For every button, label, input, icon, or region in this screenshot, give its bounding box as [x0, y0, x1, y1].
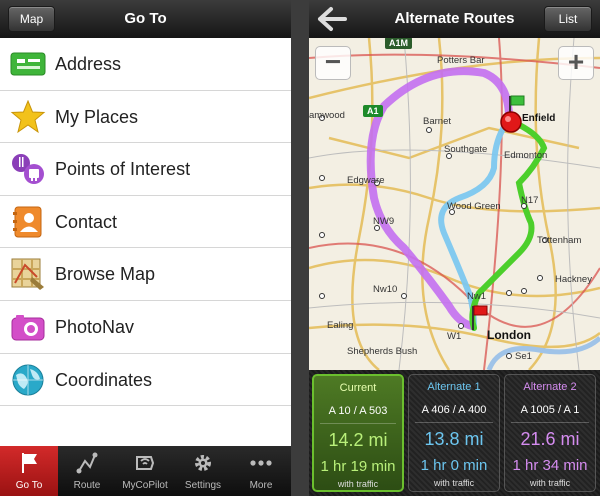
route-roads: A 406 / A 400 [421, 404, 487, 416]
place-nw1: Nw1 [467, 291, 487, 302]
alternate-routes-screen: Alternate Routes List − + A1M A1 Potters… [309, 0, 600, 496]
app-screenshot: Go To Map Address My Places Points of In… [0, 0, 600, 496]
route-card-current[interactable]: Current A 10 / A 503 14.2 mi 1 hr 19 min… [312, 374, 404, 492]
bottom-tab-bar: Go To Route MyCoPilot Settings More [0, 446, 291, 496]
place-amwood: amwood [309, 110, 345, 121]
route-time: 1 hr 34 min [512, 457, 588, 474]
route-name: Alternate 2 [523, 381, 577, 393]
place-nw10: Nw10 [373, 284, 398, 295]
more-dots-icon [250, 460, 272, 466]
route-card-alternate-2[interactable]: Alternate 2 A 1005 / A 1 21.6 mi 1 hr 34… [504, 374, 596, 492]
place-edgware: Edgware [347, 175, 385, 186]
menu-item-contact[interactable]: Contact [0, 195, 291, 249]
place-wood-green: Wood Green [447, 201, 501, 212]
place-w1: W1 [447, 331, 462, 342]
menu-item-label: Points of Interest [55, 159, 191, 180]
zoom-in-button[interactable]: + [558, 46, 594, 80]
tab-go-to[interactable]: Go To [0, 446, 58, 496]
road-label-a1: A1 [363, 105, 383, 117]
place-hackney: Hackney [555, 274, 592, 285]
route-distance: 14.2 mi [328, 430, 388, 450]
place-ealing: Ealing [327, 320, 354, 331]
route-traffic-note: with traffic [337, 479, 379, 489]
place-shepherds-bush: Shepherds Bush [347, 346, 418, 357]
route-map[interactable]: − + A1M A1 Potters Bar Enfield Barnet am… [309, 38, 600, 370]
route-card-alternate-1[interactable]: Alternate 1 A 406 / A 400 13.8 mi 1 hr 0… [408, 374, 500, 492]
place-n17: N17 [521, 195, 539, 206]
menu-item-label: Browse Map [55, 264, 156, 285]
road-label-a1m: A1M [385, 38, 413, 49]
place-barnet: Barnet [423, 116, 451, 127]
address-card-icon [10, 52, 46, 76]
route-distance: 21.6 mi [520, 429, 580, 449]
menu-item-label: PhotoNav [55, 316, 135, 337]
list-button[interactable]: List [544, 6, 592, 32]
menu-item-address[interactable]: Address [0, 38, 291, 91]
alternate-routes-header: Alternate Routes List [309, 0, 600, 38]
card-divider [320, 423, 396, 424]
tab-label: Settings [184, 480, 222, 491]
route-name: Alternate 1 [427, 381, 481, 393]
tab-settings[interactable]: Settings [174, 446, 232, 496]
card-divider [511, 422, 589, 423]
route-roads: A 1005 / A 1 [520, 404, 580, 416]
tab-label: MyCoPilot [122, 480, 168, 491]
contact-book-icon [13, 206, 42, 238]
route-traffic-note: with traffic [433, 478, 475, 488]
route-distance: 13.8 mi [424, 429, 484, 449]
camera-icon [11, 314, 45, 341]
card-divider [415, 422, 493, 423]
route-icon [76, 452, 98, 474]
mycopilot-icon [136, 456, 155, 470]
gear-icon [195, 455, 211, 471]
route-name: Current [339, 382, 377, 394]
poi-icon [12, 154, 44, 185]
route-roads: A 10 / A 503 [328, 405, 388, 417]
menu-item-label: My Places [55, 106, 139, 127]
route-options: Current A 10 / A 503 14.2 mi 1 hr 19 min… [309, 370, 600, 496]
route-traffic-note: with traffic [529, 478, 571, 488]
menu-item-coordinates[interactable]: Coordinates [0, 353, 291, 407]
screen-divider [291, 0, 309, 496]
globe-icon [12, 364, 44, 396]
go-to-menu: Address My Places Points of Interest Con… [0, 38, 291, 407]
star-icon [10, 99, 46, 133]
go-to-screen: Go To Map Address My Places Points of In… [0, 0, 291, 496]
place-nw9: NW9 [373, 216, 395, 227]
tab-mycopilot[interactable]: MyCoPilot [116, 446, 174, 496]
place-se1: Se1 [515, 351, 532, 362]
browse-map-icon [11, 258, 44, 291]
menu-item-points-of-interest[interactable]: Points of Interest [0, 143, 291, 196]
tab-more[interactable]: More [232, 446, 290, 496]
place-enfield: Enfield [522, 113, 556, 124]
menu-item-label: Address [55, 54, 122, 74]
menu-item-label: Contact [55, 211, 118, 232]
tab-label: More [249, 480, 273, 491]
route-time: 1 hr 0 min [420, 457, 488, 474]
menu-item-label: Coordinates [55, 369, 153, 390]
go-to-header: Go To Map [0, 0, 291, 38]
zoom-out-button[interactable]: − [315, 46, 351, 80]
place-tottenham: Tottenham [537, 235, 582, 246]
tab-route[interactable]: Route [58, 446, 116, 496]
place-london: London [487, 328, 531, 342]
menu-item-my-places[interactable]: My Places [0, 90, 291, 144]
place-potters-bar: Potters Bar [437, 55, 485, 66]
place-southgate: Southgate [444, 144, 488, 155]
menu-item-browse-map[interactable]: Browse Map [0, 248, 291, 301]
place-edmonton: Edmonton [504, 150, 548, 161]
route-time: 1 hr 19 min [320, 458, 396, 475]
menu-item-photonav[interactable]: PhotoNav [0, 300, 291, 354]
tab-label: Go To [15, 480, 43, 491]
tab-label: Route [73, 480, 101, 491]
map-button[interactable]: Map [8, 6, 55, 32]
flag-icon [22, 453, 37, 473]
